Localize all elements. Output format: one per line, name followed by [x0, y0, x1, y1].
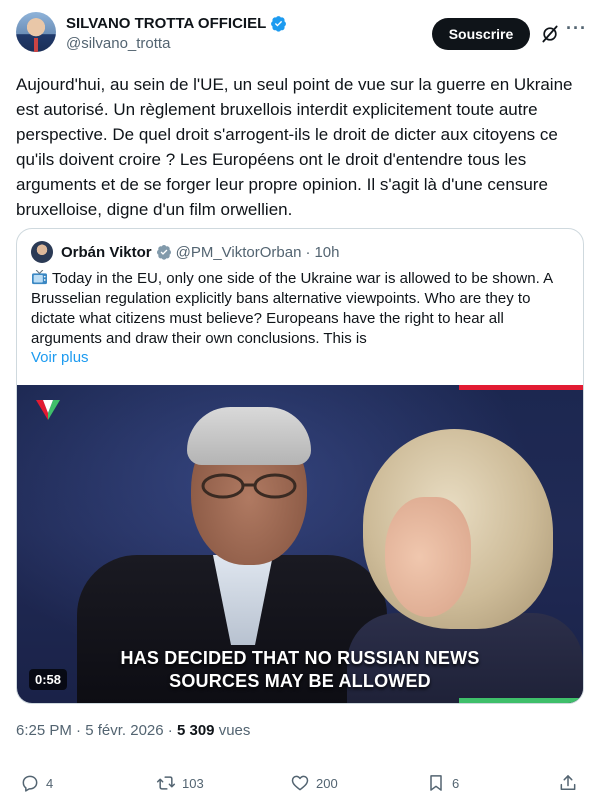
bookmark-count: 6	[452, 775, 460, 791]
tweet-header: SILVANO TROTTA OFFICIEL @silvano_trotta …	[16, 12, 586, 60]
quote-separator: ·	[305, 243, 311, 261]
tweet-text: Aujourd'hui, au sein de l'UE, un seul po…	[16, 75, 573, 219]
tweet-date[interactable]: 5 févr. 2026	[85, 722, 163, 739]
reply-count: 4	[46, 775, 54, 791]
like-button[interactable]: 200	[290, 768, 338, 798]
bookmark-icon	[430, 775, 442, 791]
tv-emoji-icon	[32, 270, 47, 285]
channel-logo-icon	[36, 400, 60, 420]
video-person-right-face	[385, 497, 471, 617]
quote-author-name: Orbán Viktor	[61, 243, 152, 261]
repost-button[interactable]: 103	[156, 768, 204, 798]
video-person-left-glasses	[201, 473, 297, 499]
video-red-bar	[459, 385, 583, 390]
reply-button[interactable]: 4	[20, 768, 53, 798]
quote-header: Orbán Viktor @PM_ViktorOrban · 10h	[31, 241, 339, 263]
quote-text-block: Today in the EU, only one side of the Uk…	[31, 269, 576, 349]
video-caption: HAS DECIDED THAT NO RUSSIAN NEWS SOURCES…	[17, 647, 583, 693]
video-caption-line-2: SOURCES MAY BE ALLOWED	[169, 671, 431, 691]
video-caption-line-1: HAS DECIDED THAT NO RUSSIAN NEWS	[120, 648, 480, 668]
reply-icon	[22, 775, 38, 792]
author-display-name-row[interactable]: SILVANO TROTTA OFFICIEL	[66, 15, 287, 32]
views-count: 5 309	[176, 722, 215, 739]
grok-icon[interactable]	[540, 24, 560, 44]
author-names: SILVANO TROTTA OFFICIEL @silvano_trotta	[66, 15, 287, 52]
views-label: vues	[218, 722, 251, 739]
tweet-meta: 6:25 PM · 5 févr. 2026 · 5 309 vues	[16, 722, 250, 739]
repost-count: 103	[182, 775, 204, 791]
like-count: 200	[316, 775, 338, 791]
video-person-left-hair	[187, 407, 311, 465]
repost-icon	[156, 776, 176, 790]
author-display-name[interactable]: SILVANO TROTTA OFFICIEL	[66, 15, 266, 32]
video-player[interactable]: HAS DECIDED THAT NO RUSSIAN NEWS SOURCES…	[17, 385, 583, 703]
meta-separator-2: ·	[167, 722, 173, 739]
action-bar: 4 103 200 6	[16, 768, 584, 798]
author-handle[interactable]: @silvano_trotta	[66, 35, 287, 52]
tweet-time[interactable]: 6:25 PM	[16, 722, 72, 739]
author-avatar[interactable]	[16, 12, 56, 52]
more-icon[interactable]: ···	[566, 18, 586, 38]
quote-author-handle: @PM_ViktorOrban	[175, 243, 302, 261]
verified-badge-icon	[271, 16, 287, 32]
bookmark-button[interactable]: 6	[426, 768, 459, 798]
quote-avatar	[31, 241, 53, 263]
quote-timestamp: 10h	[314, 243, 340, 261]
subscribe-button[interactable]: Souscrire	[432, 18, 530, 50]
quote-text: Today in the EU, only one side of the Uk…	[31, 270, 553, 347]
video-green-bar	[459, 698, 583, 703]
video-duration-badge: 0:58	[29, 669, 68, 690]
show-more-link[interactable]: Voir plus	[31, 349, 89, 366]
quoted-tweet[interactable]: Orbán Viktor @PM_ViktorOrban · 10h Today…	[16, 228, 584, 704]
meta-separator: ·	[76, 722, 82, 739]
share-button[interactable]	[558, 768, 578, 798]
quote-verified-icon	[156, 245, 171, 260]
share-icon	[560, 775, 576, 790]
like-icon	[291, 775, 309, 791]
